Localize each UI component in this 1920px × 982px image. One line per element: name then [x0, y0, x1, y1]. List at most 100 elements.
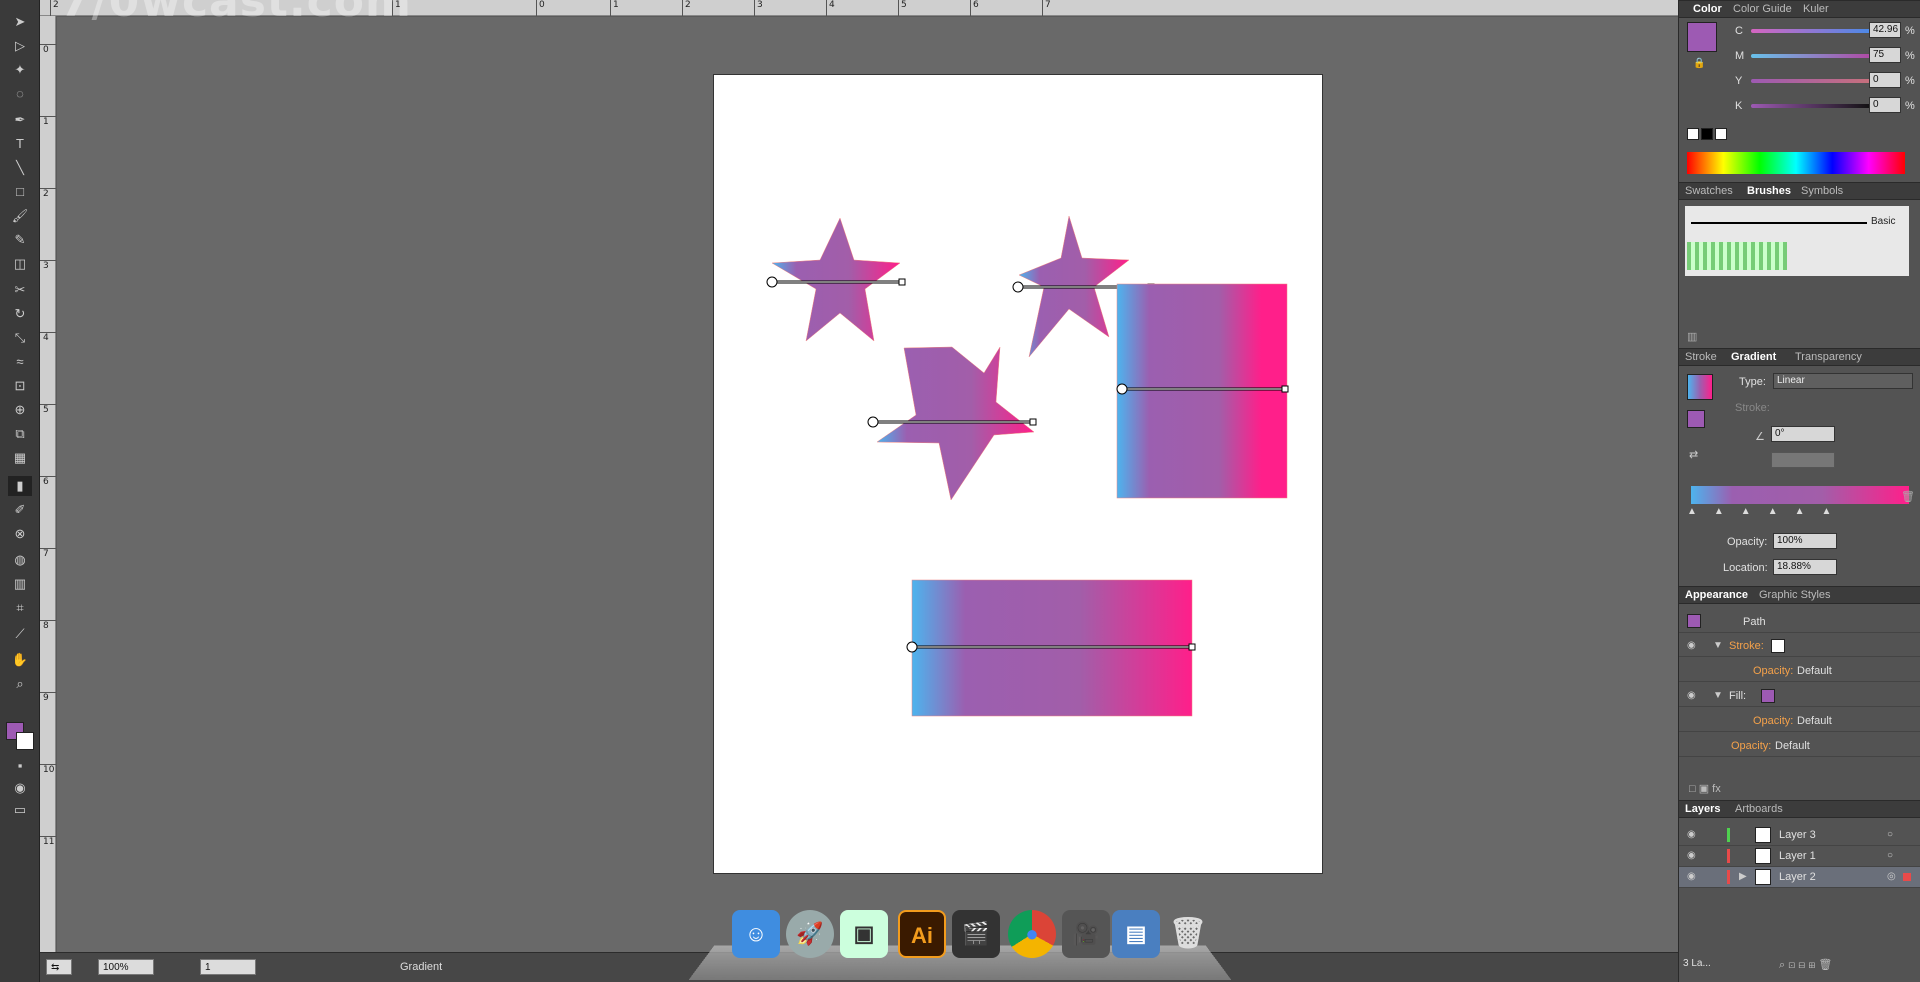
imovie-icon[interactable]: 🎥	[1062, 910, 1110, 958]
magenta-slider[interactable]	[1751, 54, 1871, 58]
canvas-area[interactable]	[57, 17, 1678, 952]
magic-wand-icon[interactable]: ✦	[8, 60, 32, 80]
cyan-field[interactable]: 42.96	[1869, 22, 1901, 38]
tab-swatches[interactable]: Swatches	[1685, 185, 1733, 197]
chrome-icon[interactable]: ●	[1008, 910, 1056, 958]
brush-libraries-icon[interactable]: ▥	[1687, 330, 1697, 343]
scissors-icon[interactable]: ✂	[8, 280, 32, 300]
selection-indicator[interactable]	[1903, 873, 1911, 881]
tab-artboards[interactable]: Artboards	[1735, 803, 1783, 815]
zoom-level-field[interactable]: 100%	[98, 959, 154, 975]
pen-tool-icon[interactable]: ✒	[8, 110, 32, 130]
layer-row-selected[interactable]: ◉ ▶ Layer 2 ◎	[1679, 867, 1920, 888]
black-field[interactable]: 0	[1869, 97, 1901, 113]
basic-brush-stroke[interactable]	[1691, 222, 1867, 224]
target-icon[interactable]: ○	[1887, 850, 1893, 861]
stroke-opacity-label[interactable]: Opacity:	[1753, 665, 1793, 677]
tab-layers[interactable]: Layers	[1685, 803, 1720, 815]
lock-icon[interactable]: 🔒	[1693, 58, 1705, 69]
pattern-brush[interactable]	[1687, 242, 1787, 270]
rectangle-shape-1[interactable]	[1114, 281, 1290, 515]
delete-stop-icon[interactable]: 🗑	[1901, 490, 1915, 503]
gradient-type-select[interactable]: Linear	[1773, 373, 1913, 389]
color-mode-icon[interactable]: ▪	[8, 756, 32, 776]
yellow-field[interactable]: 0	[1869, 72, 1901, 88]
eyedropper-icon[interactable]: ✐	[8, 500, 32, 520]
appearance-stroke-row[interactable]: ◉ ▼ Stroke:	[1679, 636, 1920, 657]
current-fill-swatch[interactable]	[1687, 22, 1717, 52]
tab-color[interactable]: Color	[1693, 3, 1722, 15]
opacity-field[interactable]: 100%	[1773, 533, 1837, 549]
eraser-icon[interactable]: ◫	[8, 254, 32, 274]
add-new-stroke-icon[interactable]: □ ▣ fx	[1689, 782, 1721, 795]
tab-stroke[interactable]: Stroke	[1685, 351, 1717, 363]
zoom-icon[interactable]: ⌕	[8, 674, 32, 694]
tab-transparency[interactable]: Transparency	[1795, 351, 1862, 363]
type-tool-icon[interactable]: T	[8, 134, 32, 154]
pencil-icon[interactable]: ✎	[8, 230, 32, 250]
hand-icon[interactable]: ✋	[8, 650, 32, 670]
appearance-fill-opacity-row[interactable]: Opacity: Default	[1679, 711, 1920, 732]
gradient-slider[interactable]	[1691, 486, 1909, 504]
white-swatch[interactable]	[1715, 128, 1727, 140]
eye-icon[interactable]: ◉	[1687, 690, 1696, 701]
artboard-number-field[interactable]: 1	[200, 959, 256, 975]
layer-name[interactable]: Layer 3	[1779, 829, 1816, 841]
launchpad-icon[interactable]: 🚀	[786, 910, 834, 958]
star-shape-1[interactable]	[771, 217, 901, 342]
black-slider[interactable]	[1751, 104, 1871, 108]
warp-icon[interactable]: ≈	[8, 352, 32, 372]
magenta-field[interactable]: 75	[1869, 47, 1901, 63]
target-icon[interactable]: ○	[1887, 829, 1893, 840]
gradient-annotator-origin[interactable]	[766, 276, 778, 288]
artboard-navigation-icon[interactable]: ⇆	[46, 959, 72, 975]
appearance-path-row[interactable]: Path	[1679, 612, 1920, 633]
vertical-ruler[interactable]: 0 1 2 3 4 5 6 7 8 9 10 11	[40, 16, 56, 952]
lasso-icon[interactable]: ◌	[8, 84, 32, 104]
black-swatch[interactable]	[1701, 128, 1713, 140]
fill-stroke-swatch[interactable]	[1687, 410, 1705, 428]
free-transform-icon[interactable]: ⊡	[8, 376, 32, 396]
tab-brushes[interactable]: Brushes	[1747, 185, 1791, 197]
graph-icon[interactable]: ▥	[8, 574, 32, 594]
paintbrush-icon[interactable]: 🖌	[8, 206, 32, 226]
visibility-eye-icon[interactable]: ◉	[1687, 829, 1696, 840]
gradient-preview-swatch[interactable]	[1687, 374, 1713, 400]
brush-library[interactable]: Basic	[1685, 206, 1909, 276]
stroke-swatch[interactable]	[16, 732, 34, 750]
appearance-stroke-opacity-row[interactable]: Opacity: Default	[1679, 661, 1920, 682]
disclosure-triangle-icon[interactable]: ▼	[1713, 640, 1723, 651]
gradient-stops[interactable]: ▲▲▲▲▲▲	[1687, 506, 1848, 517]
expand-triangle-icon[interactable]: ▶	[1739, 871, 1747, 882]
none-swatch[interactable]	[1687, 128, 1699, 140]
rectangle-tool-icon[interactable]: □	[8, 182, 32, 202]
trash-icon[interactable]: 🗑	[1164, 910, 1212, 958]
appearance-fill-row[interactable]: ◉ ▼ Fill:	[1679, 686, 1920, 707]
artboard-tool-icon[interactable]: ⌗	[8, 598, 32, 618]
cyan-slider[interactable]	[1751, 29, 1871, 33]
reverse-gradient-icon[interactable]: ⇄	[1689, 448, 1698, 461]
selection-tool-icon[interactable]: ➤	[8, 12, 32, 32]
preview-icon[interactable]: ▣	[840, 910, 888, 958]
layer-row[interactable]: ◉ Layer 1 ○	[1679, 846, 1920, 867]
fill-opacity-label[interactable]: Opacity:	[1753, 715, 1793, 727]
tab-graphic-styles[interactable]: Graphic Styles	[1759, 589, 1831, 601]
direct-selection-icon[interactable]: ▷	[8, 36, 32, 56]
mesh-icon[interactable]: ▦	[8, 448, 32, 468]
screen-mode-icon[interactable]: ▭	[8, 800, 32, 820]
layers-footer-icons[interactable]: ⌕ ⊡ ⊟ ⊞ 🗑	[1779, 958, 1832, 972]
shape-builder-icon[interactable]: ⊕	[8, 400, 32, 420]
eye-icon[interactable]: ◉	[1687, 640, 1696, 651]
angle-field[interactable]: 0°	[1771, 426, 1835, 442]
visibility-eye-icon[interactable]: ◉	[1687, 850, 1696, 861]
layer-name[interactable]: Layer 1	[1779, 850, 1816, 862]
appearance-path-opacity-row[interactable]: Opacity: Default	[1679, 736, 1920, 757]
stroke-none-swatch[interactable]	[1771, 639, 1785, 653]
keynote-icon[interactable]: ▤	[1112, 910, 1160, 958]
finder-icon[interactable]: ☺	[732, 910, 780, 958]
layer-name[interactable]: Layer 2	[1779, 871, 1816, 883]
final-cut-icon[interactable]: 🎬	[952, 910, 1000, 958]
aspect-ratio-field[interactable]	[1771, 452, 1835, 468]
color-spectrum[interactable]	[1687, 152, 1905, 174]
illustrator-icon[interactable]: Ai	[898, 910, 946, 958]
